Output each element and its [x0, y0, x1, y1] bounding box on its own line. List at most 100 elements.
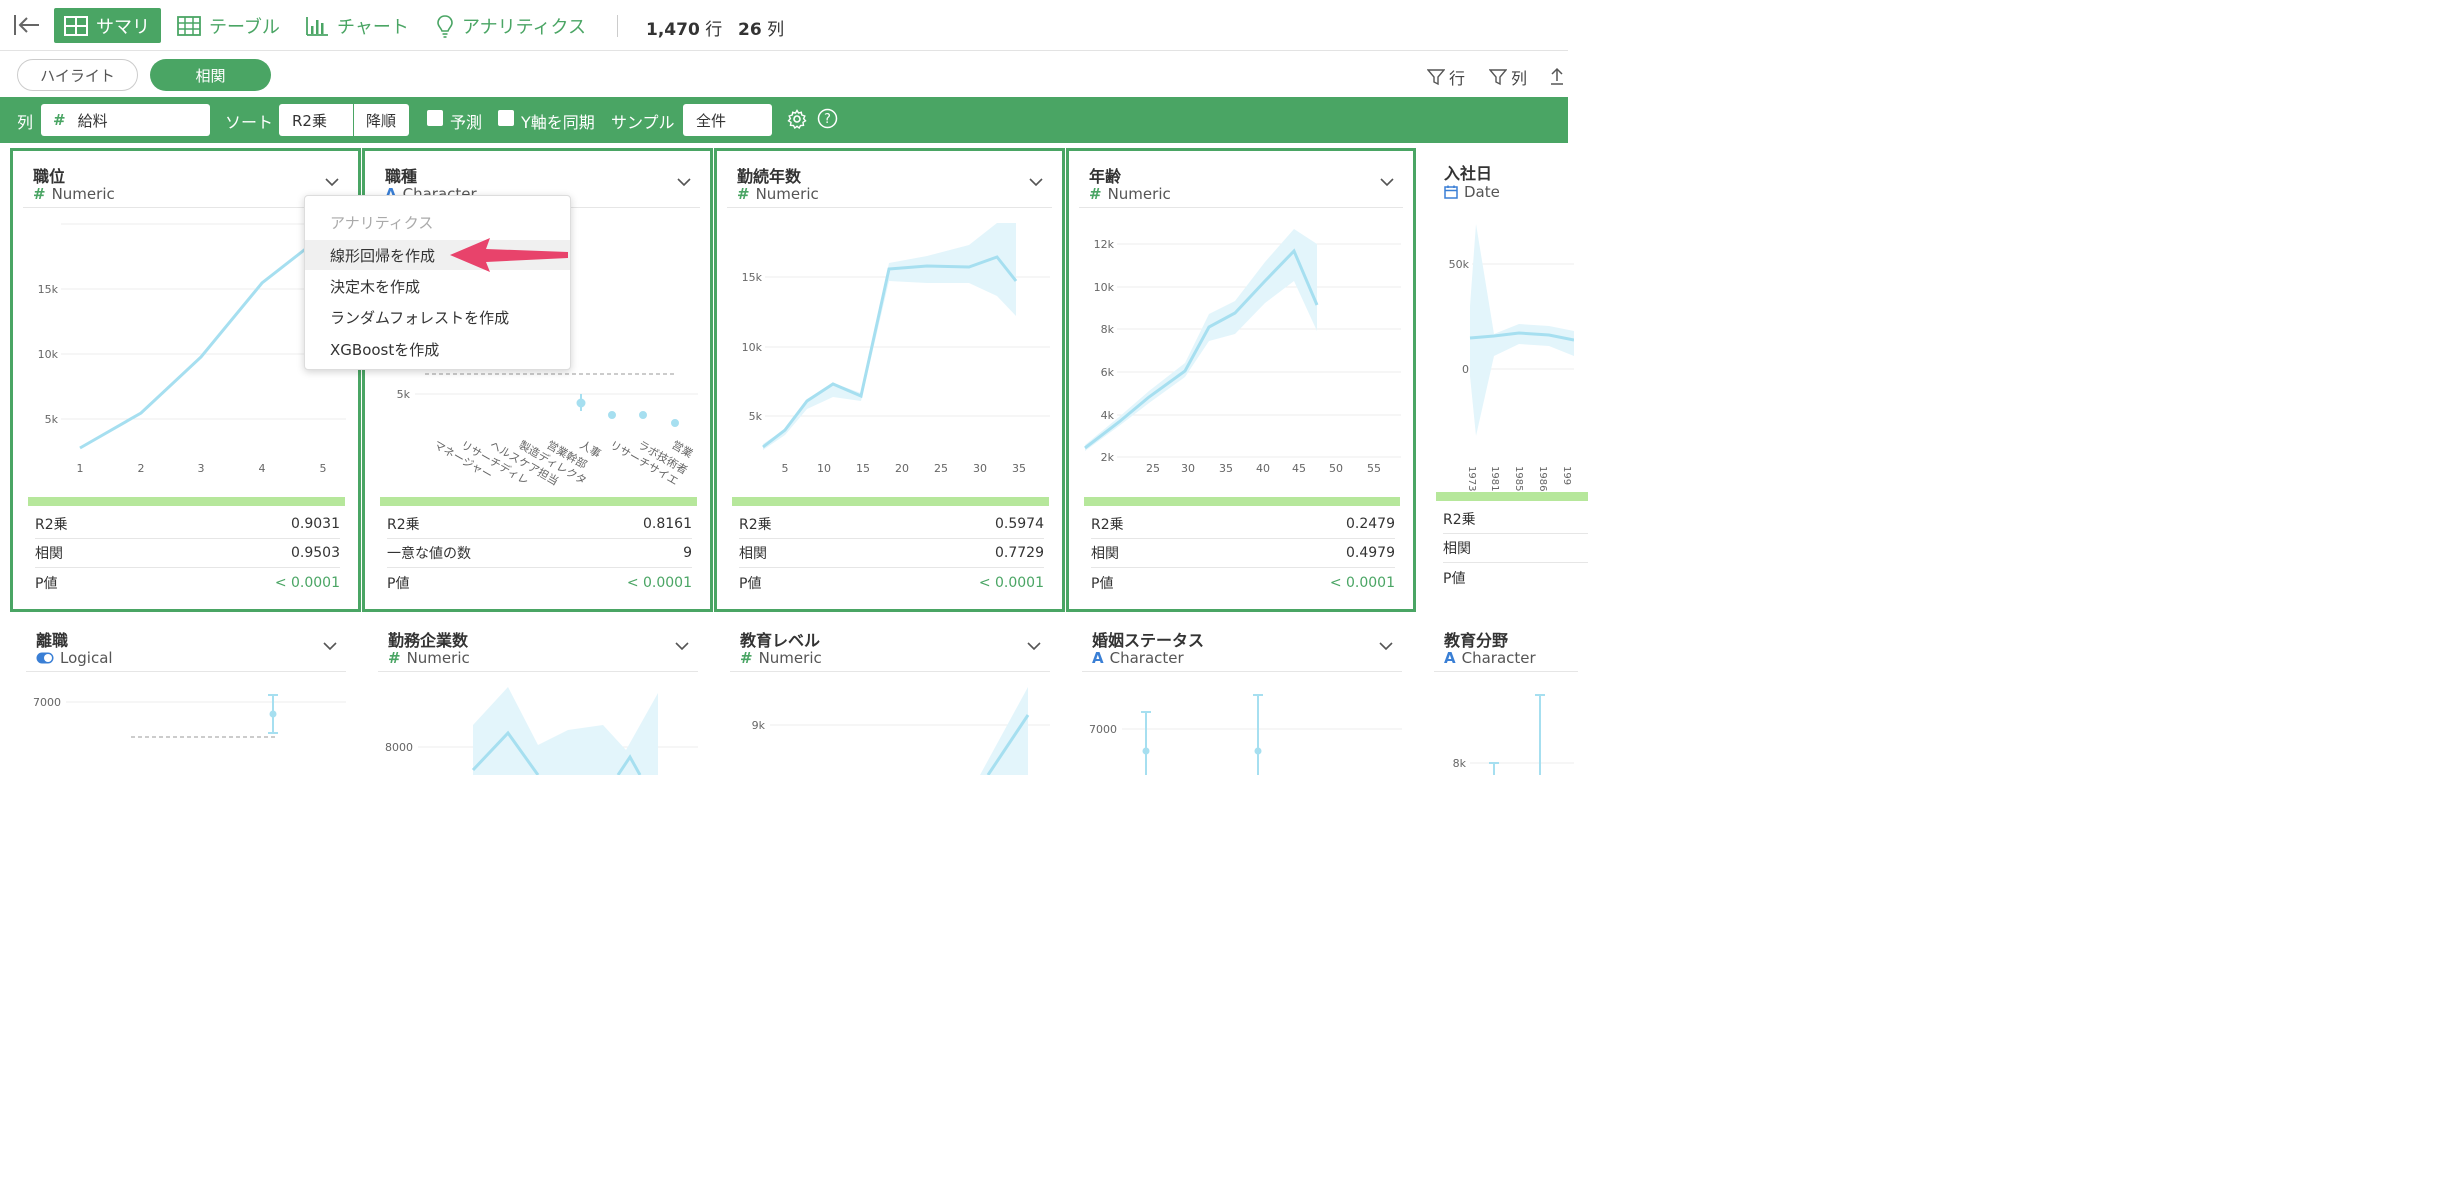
y-tick-label: 10k — [1094, 281, 1115, 294]
sample-select[interactable]: 全件 — [683, 104, 772, 136]
tab-summary[interactable]: サマリ — [54, 8, 161, 43]
column-label: 列 — [17, 113, 34, 132]
stats-table: R2乗 0.8161 一意な値の数 9 P値 < 0.0001 — [387, 510, 692, 597]
card-title: 入社日 — [1444, 164, 1493, 183]
stat-key: R2乗 — [739, 517, 772, 533]
x-tick-label: 30 — [973, 462, 987, 475]
tab-analytics[interactable]: アナリティクス — [426, 8, 596, 43]
tab-chart[interactable]: チャート — [295, 8, 419, 43]
stat-row: 相関 0.7729 — [739, 539, 1044, 568]
row-filter-button[interactable]: 行 — [1427, 65, 1465, 89]
chart-education-field: 8k — [1453, 694, 1574, 775]
stat-row: R2乗 0.2479 — [1091, 510, 1395, 539]
stat-value: 0.4979 — [1346, 545, 1395, 561]
collapse-back-icon[interactable] — [12, 12, 42, 38]
pointer-arrow-icon — [450, 238, 568, 272]
data-point — [1142, 747, 1150, 755]
target-column-select[interactable]: # 給料 — [41, 104, 210, 136]
gear-icon[interactable] — [787, 109, 807, 129]
y-tick-label: 8k — [1453, 757, 1467, 770]
stat-row: 相関 — [1443, 534, 1588, 563]
chevron-down-icon[interactable] — [1026, 641, 1042, 651]
menu-item-decision-tree[interactable]: 決定木を作成 — [305, 271, 570, 301]
confidence-band — [980, 687, 1028, 775]
x-tick-label: 55 — [1367, 462, 1381, 475]
chevron-down-icon[interactable] — [674, 641, 690, 651]
column-count-value: 26 — [738, 20, 762, 40]
card-type: # Numeric — [740, 649, 822, 667]
bar-chart-icon — [306, 16, 328, 36]
sort-order-select[interactable]: 降順 — [354, 104, 409, 136]
help-icon[interactable]: ? — [817, 108, 838, 129]
chevron-down-icon[interactable] — [1379, 177, 1395, 187]
x-tick-label: 20 — [895, 462, 909, 475]
stat-key: P値 — [35, 575, 58, 592]
sort-label: ソート — [225, 113, 274, 132]
tab-table[interactable]: テーブル — [167, 8, 290, 43]
correlation-card-years-at-company[interactable]: 勤続年数 # Numeric 15k 10k 5k 5 10 15 20 25 … — [714, 148, 1065, 612]
column-count: 26 列 — [738, 15, 784, 40]
chart-education-level: 9k — [752, 687, 1050, 775]
divider — [617, 15, 618, 37]
stat-key: R2乗 — [1091, 517, 1124, 533]
chevron-down-icon[interactable] — [1378, 641, 1394, 651]
menu-item-random-forest[interactable]: ランダムフォレストを作成 — [305, 302, 570, 332]
correlation-card-hire-date[interactable]: 入社日 Date 50k 0 1973 1981 1985 1986 199 R… — [1421, 148, 1591, 600]
predict-label: 予測 — [450, 113, 483, 132]
tab-analytics-label: アナリティクス — [462, 16, 587, 38]
x-tick-label: 1981 — [1489, 466, 1500, 491]
sync-y-axis-checkbox[interactable] — [498, 110, 514, 126]
correlation-card-education-field[interactable]: 教育分野 A Character 8k — [1421, 612, 1591, 775]
chart-years-at-company: 15k 10k 5k 5 10 15 20 25 30 35 — [742, 223, 1050, 475]
chevron-down-icon[interactable] — [1028, 177, 1044, 187]
card-title: 勤務企業数 — [388, 631, 469, 650]
card-title: 教育分野 — [1444, 631, 1509, 650]
y-tick-label: 4k — [1101, 409, 1115, 422]
y-tick-label: 7000 — [33, 696, 61, 709]
sort-key-select[interactable]: R2乗 — [279, 104, 353, 136]
x-tick-label: 1985 — [1513, 466, 1524, 491]
correlation-card-num-companies[interactable]: 勤務企業数 # Numeric 8000 — [365, 612, 711, 775]
y-tick-label: 2k — [1101, 451, 1115, 464]
data-point — [608, 411, 616, 419]
confidence-band — [1470, 224, 1574, 436]
data-point — [671, 419, 679, 427]
stat-row: R2乗 0.9031 — [35, 510, 340, 539]
menu-item-xgboost[interactable]: XGBoostを作成 — [305, 334, 570, 364]
stat-value: 0.9503 — [291, 545, 340, 561]
stat-key: P値 — [739, 575, 762, 592]
confidence-band — [473, 687, 658, 775]
card-type-label: Numeric — [1107, 185, 1171, 203]
stat-key: 相関 — [739, 546, 767, 562]
stat-row: P値 < 0.0001 — [35, 568, 340, 597]
x-tick-label: 5 — [320, 462, 327, 475]
character-a-icon: A — [1444, 649, 1456, 667]
export-icon[interactable] — [1550, 67, 1564, 85]
chevron-down-icon[interactable] — [324, 177, 340, 187]
top-nav-bar: サマリ テーブル チャート アナリティクス 1,470 行 26 列 — [0, 0, 1568, 51]
correlation-card-attrition[interactable]: 離職 Logical 7000 — [13, 612, 359, 772]
stat-value: 0.2479 — [1346, 516, 1395, 532]
chevron-down-icon[interactable] — [322, 641, 338, 651]
highlight-button[interactable]: ハイライト — [17, 59, 138, 91]
correlation-button[interactable]: 相関 — [150, 59, 271, 91]
chart-hire-date: 50k 0 1973 1981 1985 1986 199 — [1449, 224, 1574, 491]
predict-checkbox[interactable] — [427, 110, 443, 126]
character-a-icon: A — [1092, 649, 1104, 667]
column-filter-button[interactable]: 列 — [1489, 65, 1527, 89]
correlation-card-age[interactable]: 年齢 # Numeric 12k 10k 8k 6k 4k 2k 25 30 3… — [1066, 148, 1416, 612]
stat-row: P値 < 0.0001 — [1091, 568, 1395, 597]
numeric-hash-icon: # — [388, 649, 401, 667]
row-count-value: 1,470 — [646, 20, 700, 40]
correlation-card-marital-status[interactable]: 婚姻ステータス A Character 7000 — [1069, 612, 1415, 775]
card-type: A Character — [1092, 649, 1184, 667]
chevron-down-icon[interactable] — [676, 177, 692, 187]
stat-value: < 0.0001 — [1329, 574, 1395, 591]
stats-table: R2乗 0.5974 相関 0.7729 P値 < 0.0001 — [739, 510, 1044, 597]
stat-value: < 0.0001 — [274, 574, 340, 591]
correlation-card-education-level[interactable]: 教育レベル # Numeric 9k — [717, 612, 1063, 775]
card-type-label: Date — [1464, 183, 1500, 201]
chart-attrition: 7000 — [33, 694, 346, 738]
filter-icon — [1489, 69, 1507, 86]
x-tick-label: 25 — [1146, 462, 1160, 475]
